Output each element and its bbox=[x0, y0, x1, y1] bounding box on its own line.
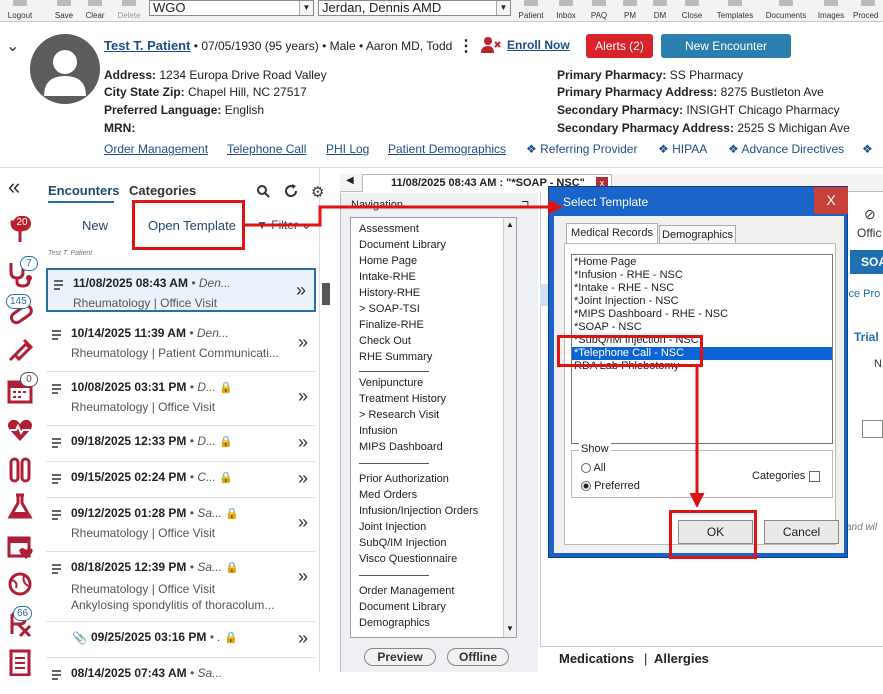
arrow-to-dialog bbox=[245, 199, 563, 227]
annotation-arrows bbox=[245, 199, 705, 508]
